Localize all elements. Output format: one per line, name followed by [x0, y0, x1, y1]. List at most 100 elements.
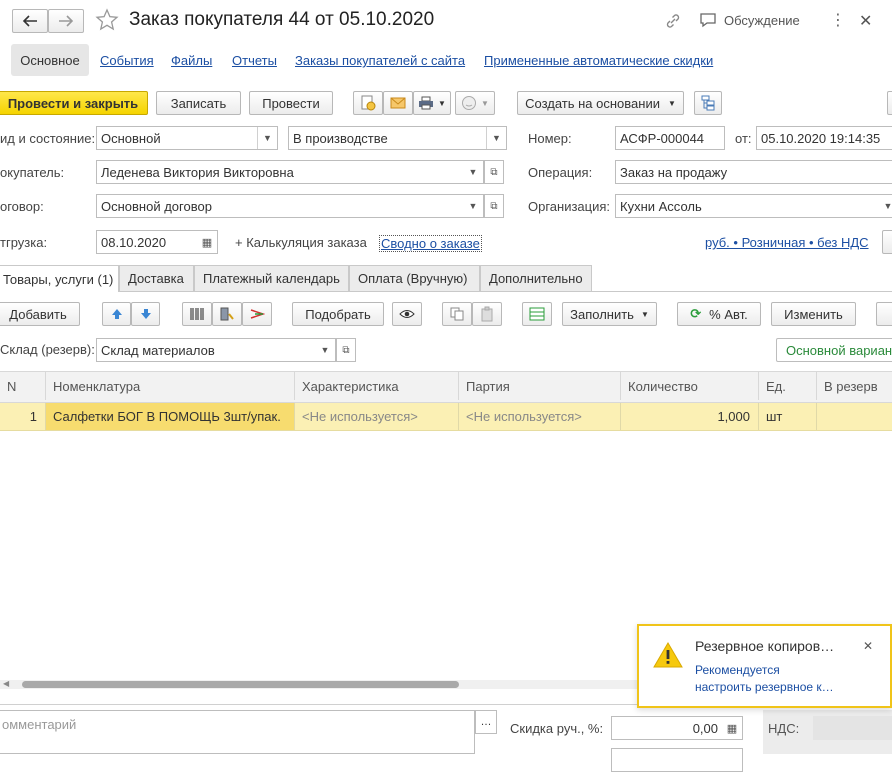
chevron-down-icon[interactable]: ▼ — [463, 161, 483, 183]
create-based-on-button[interactable]: Создать на основании ▼ — [517, 91, 684, 115]
open-contract-button[interactable]: ⧉ — [484, 194, 504, 218]
cell-nomenclature[interactable]: Салфетки БОГ В ПОМОЩЬ 3шт/упак. — [46, 403, 295, 430]
print-button[interactable]: ▼ — [413, 91, 451, 115]
organization-select[interactable]: Кухни Ассоль ▼ — [615, 194, 892, 218]
back-button[interactable] — [12, 9, 48, 33]
col-header-characteristic[interactable]: Характеристика — [295, 372, 459, 400]
pick-button[interactable]: Подобрать — [292, 302, 384, 326]
data-collection-button[interactable] — [212, 302, 242, 326]
link-icon[interactable] — [664, 12, 682, 33]
tabs-baseline — [0, 291, 892, 292]
col-header-reserve[interactable]: В резерв — [817, 372, 892, 400]
tab-additional[interactable]: Дополнительно — [480, 265, 592, 291]
move-up-button[interactable] — [102, 302, 131, 326]
customer-select[interactable]: Леденева Виктория Викторовна ▼ — [96, 160, 484, 184]
tab-goods-services[interactable]: Товары, услуги (1) — [0, 265, 119, 292]
chevron-down-icon[interactable]: ▼ — [486, 127, 506, 149]
shipment-date-field[interactable]: 08.10.2020 ▦ — [96, 230, 218, 254]
order-summary-link[interactable]: Сводно о заказе — [379, 235, 482, 252]
nav-tab-site-orders[interactable]: Заказы покупателей с сайта — [295, 53, 465, 68]
post-button[interactable]: Провести — [249, 91, 333, 115]
more-menu-icon[interactable]: ⋮ — [830, 13, 846, 29]
nav-tab-reports[interactable]: Отчеты — [232, 53, 277, 68]
close-icon[interactable]: ✕ — [859, 11, 872, 31]
kind-select[interactable]: Основной ▼ — [96, 126, 278, 150]
structure-button[interactable] — [694, 91, 722, 115]
cell-reserve[interactable] — [817, 403, 892, 430]
number-label: Номер: — [528, 131, 572, 146]
warehouse-select[interactable]: Склад материалов ▼ — [96, 338, 336, 362]
backup-notification[interactable]: Резервное копиров… ✕ Рекомендуется настр… — [637, 624, 892, 708]
cell-unit[interactable]: шт — [759, 403, 817, 430]
nav-tab-main[interactable]: Основное — [11, 44, 89, 76]
col-header-n[interactable]: N — [0, 372, 46, 400]
chevron-down-icon[interactable]: ▼ — [878, 195, 892, 217]
email-button[interactable] — [383, 91, 413, 115]
scrollbar-thumb[interactable] — [22, 681, 459, 688]
operation-select[interactable]: Заказ на продажу — [615, 160, 892, 184]
view-button[interactable] — [392, 302, 422, 326]
add-row-button[interactable]: Добавить — [0, 302, 80, 326]
open-customer-button[interactable]: ⧉ — [484, 160, 504, 184]
printer-icon — [419, 96, 434, 110]
copy-button[interactable] — [442, 302, 472, 326]
col-header-quantity[interactable]: Количество — [621, 372, 759, 400]
cell-batch[interactable]: <Не используется> — [459, 403, 621, 430]
order-calculation-toggle[interactable]: + Калькуляция заказа — [235, 235, 367, 250]
discount-field[interactable]: 0,00 ▦ — [611, 716, 743, 740]
nav-tab-events[interactable]: События — [100, 53, 154, 68]
cell-row-number[interactable]: 1 — [0, 403, 46, 430]
tab-payment-calendar[interactable]: Платежный календарь — [194, 265, 349, 291]
copy-icon — [450, 307, 464, 321]
col-header-batch[interactable]: Партия — [459, 372, 621, 400]
calculator-icon[interactable]: ▦ — [722, 717, 742, 739]
col-header-nomenclature[interactable]: Номенклатура — [46, 372, 295, 400]
price-settings-link[interactable]: руб. • Розничная • без НДС — [705, 235, 869, 250]
notification-text-1[interactable]: Рекомендуется — [695, 663, 780, 677]
chevron-down-icon[interactable]: ▼ — [463, 195, 483, 217]
move-down-button[interactable] — [131, 302, 160, 326]
notification-text-2[interactable]: настроить резервное к… — [695, 680, 834, 694]
status-button[interactable]: ▼ — [455, 91, 495, 115]
col-header-unit[interactable]: Ед. — [759, 372, 817, 400]
tab-payment-manual[interactable]: Оплата (Вручную) — [349, 265, 480, 291]
comment-expand-button[interactable]: … — [475, 710, 497, 734]
tab-delivery[interactable]: Доставка — [119, 265, 194, 291]
scroll-left-icon[interactable]: ◀ — [3, 679, 9, 688]
date-field[interactable]: 05.10.2020 19:14:35 — [756, 126, 892, 150]
number-field[interactable]: АСФР-000044 — [615, 126, 725, 150]
nav-tab-files[interactable]: Файлы — [171, 53, 212, 68]
discussion-link[interactable]: Обсуждение — [724, 13, 800, 28]
cell-characteristic[interactable]: <Не используется> — [295, 403, 459, 430]
fill-button[interactable]: Заполнить ▼ — [562, 302, 657, 326]
calendar-icon[interactable]: ▦ — [197, 231, 217, 253]
comment-field[interactable]: омментарий — [0, 710, 475, 754]
paste-button[interactable] — [472, 302, 502, 326]
change-button[interactable]: Изменить — [771, 302, 856, 326]
nav-tab-auto-discounts[interactable]: Примененные автоматические скидки — [484, 53, 713, 68]
auto-discount-button[interactable]: ⟳ % Авт. — [677, 302, 761, 326]
warehouse-label: Склад (резерв): — [0, 342, 95, 357]
post-and-close-button[interactable]: Провести и закрыть — [0, 91, 148, 115]
save-button[interactable]: Записать — [156, 91, 241, 115]
chevron-down-icon[interactable]: ▼ — [315, 339, 335, 361]
extra-table-button[interactable] — [876, 302, 892, 326]
table-settings-button[interactable] — [522, 302, 552, 326]
cell-quantity[interactable]: 1,000 — [621, 403, 759, 430]
forward-button[interactable] — [48, 9, 84, 33]
envelope-icon — [390, 97, 406, 109]
open-warehouse-button[interactable]: ⧉ — [336, 338, 356, 362]
extra-toolbar-button[interactable] — [887, 91, 892, 115]
discussion-icon[interactable] — [699, 12, 717, 31]
document-history-button[interactable] — [353, 91, 383, 115]
split-row-button[interactable] — [242, 302, 272, 326]
state-select[interactable]: В производстве ▼ — [288, 126, 507, 150]
favorite-star-icon[interactable] — [95, 8, 119, 35]
notification-close-icon[interactable]: ✕ — [863, 639, 873, 653]
discount-field-2[interactable] — [611, 748, 743, 772]
main-variant-button[interactable]: Основной вариант — [776, 338, 892, 362]
chevron-down-icon[interactable]: ▼ — [257, 127, 277, 149]
price-settings-button[interactable] — [882, 230, 892, 254]
barcode-button[interactable] — [182, 302, 212, 326]
contract-select[interactable]: Основной договор ▼ — [96, 194, 484, 218]
